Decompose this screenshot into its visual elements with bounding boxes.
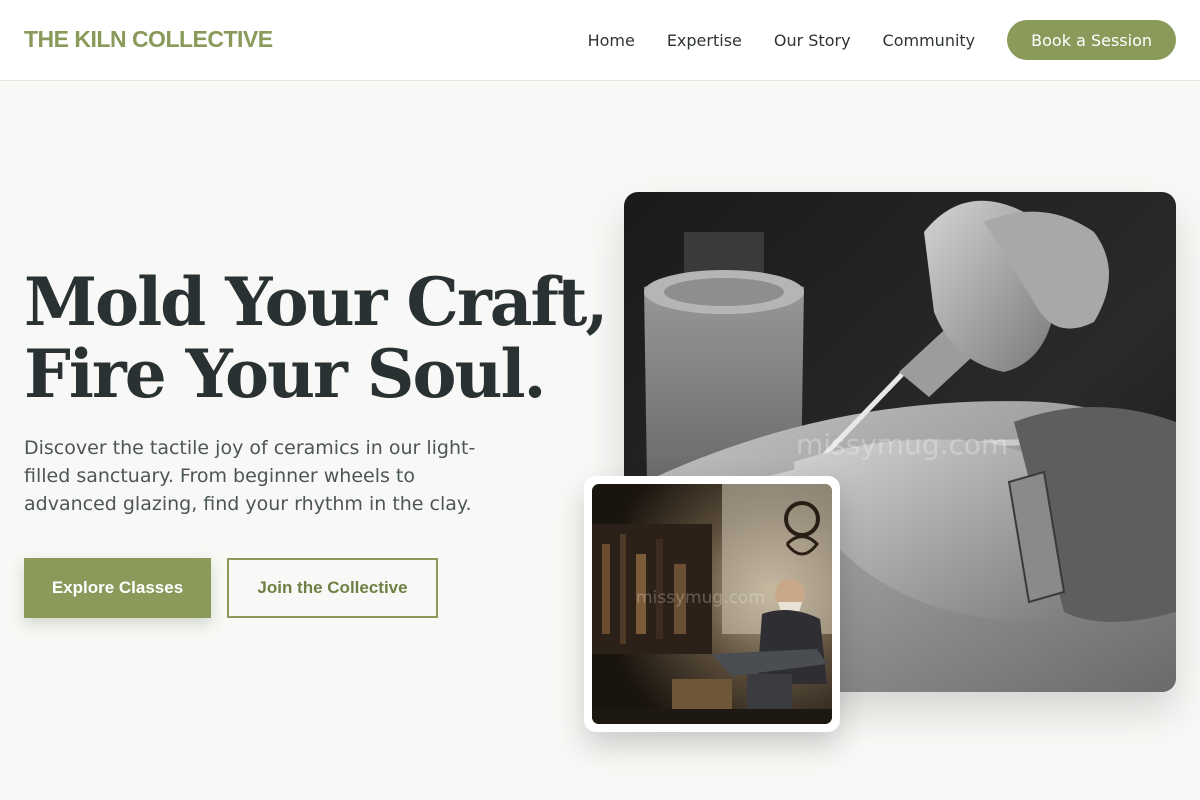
hero-title: Mold Your Craft, Fire Your Soul. [24, 263, 608, 413]
nav-link-expertise[interactable]: Expertise [667, 31, 742, 50]
hero-inset-photo [592, 484, 832, 724]
main-nav: Home Expertise Our Story Community Book … [588, 20, 1176, 60]
hero-inset-photo-frame: missymug.com [584, 476, 840, 732]
book-session-button[interactable]: Book a Session [1007, 20, 1176, 60]
site-header: THE KILN COLLECTIVE Home Expertise Our S… [0, 0, 1200, 81]
join-collective-button[interactable]: Join the Collective [227, 558, 438, 618]
hero-title-line-2: Fire Your Soul. [24, 335, 547, 413]
explore-classes-button[interactable]: Explore Classes [24, 558, 211, 618]
nav-link-our-story[interactable]: Our Story [774, 31, 851, 50]
nav-link-community[interactable]: Community [883, 31, 976, 50]
blacksmith-workshop-image [592, 484, 832, 724]
hero-subtitle: Discover the tactile joy of ceramics in … [24, 437, 476, 515]
brand-logo[interactable]: THE KILN COLLECTIVE [24, 26, 273, 53]
nav-link-home[interactable]: Home [588, 31, 635, 50]
hero-title-line-1: Mold Your Craft, [24, 263, 608, 341]
